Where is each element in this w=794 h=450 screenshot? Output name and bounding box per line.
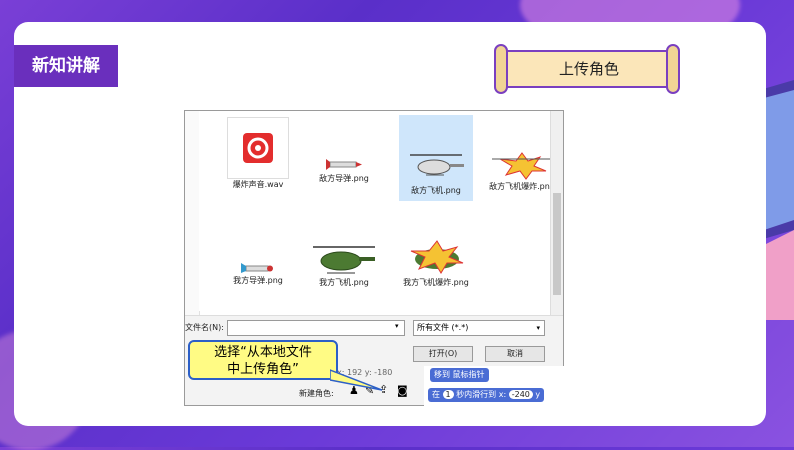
file-item[interactable]: 我方飞机.png (307, 241, 381, 288)
new-sprite-label: 新建角色: (299, 389, 334, 398)
x-input[interactable]: -240 (508, 390, 533, 399)
chevron-down-icon[interactable]: ▾ (395, 322, 399, 330)
block-label: y (535, 390, 541, 399)
vertical-scrollbar[interactable] (550, 111, 563, 315)
file-name: 我方飞机爆炸.png (403, 278, 469, 287)
file-item[interactable]: 我方导弹.png (221, 261, 295, 286)
block-label: 在 (432, 390, 440, 399)
camera-icon[interactable]: ◙ (397, 384, 408, 397)
file-name: 我方飞机.png (319, 278, 369, 287)
file-item[interactable]: 敌方导弹.png (307, 155, 381, 184)
file-name: 敌方飞机.png (411, 186, 461, 195)
instruction-callout: 选择“从本地文件 中上传角色” (188, 340, 338, 380)
file-item[interactable]: 我方飞机爆炸.png (399, 235, 473, 288)
file-name: 敌方飞机爆炸.png (489, 182, 555, 191)
glide-block[interactable]: 在 1 秒内滑行到 x: -240 y (428, 388, 545, 402)
cancel-button[interactable]: 取消 (485, 346, 545, 362)
missile-icon (326, 159, 362, 170)
explosion-icon (403, 235, 469, 277)
navigation-pane[interactable] (185, 111, 200, 315)
audio-file-icon (227, 117, 289, 179)
file-name: 爆炸声音.wav (232, 180, 284, 189)
block-label: 移到 鼠标指针 (434, 370, 485, 379)
section-title: 新知讲解 (14, 45, 118, 87)
file-item[interactable]: 爆炸声音.wav (221, 117, 295, 189)
block-label: 秒内滑行到 x: (456, 390, 507, 399)
missile-icon (241, 263, 273, 273)
callout-pointer (330, 369, 383, 391)
callout-line-1: 选择“从本地文件 (214, 345, 312, 360)
file-list: 爆炸声音.wav 敌方导弹.png 敌方飞机.png 敌方飞机爆炸.png 我方… (199, 111, 555, 311)
chevron-down-icon: ▾ (536, 324, 540, 332)
seconds-input[interactable]: 1 (442, 390, 454, 399)
scratch-script-area: 移到 鼠标指针 在 1 秒内滑行到 x: -240 y (424, 366, 564, 406)
file-item-selected[interactable]: 敌方飞机.png (399, 115, 473, 201)
helicopter-icon (410, 154, 464, 176)
helicopter-icon (313, 246, 375, 274)
goto-block[interactable]: 移到 鼠标指针 (430, 368, 489, 382)
file-item[interactable]: 敌方飞机爆炸.png (485, 151, 559, 192)
explosion-icon (490, 151, 554, 181)
file-name: 我方导弹.png (233, 276, 283, 285)
callout-line-2: 中上传角色” (227, 362, 299, 377)
open-button[interactable]: 打开(O) (413, 346, 473, 362)
scroll-title: 上传角色 (558, 60, 619, 78)
filename-input[interactable] (227, 320, 405, 336)
file-name: 敌方导弹.png (319, 174, 369, 183)
title-scroll: 上传角色 (494, 44, 680, 94)
file-type-select[interactable]: 所有文件 (*.*) ▾ (413, 320, 545, 336)
filename-label: 文件名(N): (185, 323, 224, 332)
file-type-value: 所有文件 (*.*) (417, 323, 469, 332)
scrollbar-thumb[interactable] (553, 193, 561, 295)
